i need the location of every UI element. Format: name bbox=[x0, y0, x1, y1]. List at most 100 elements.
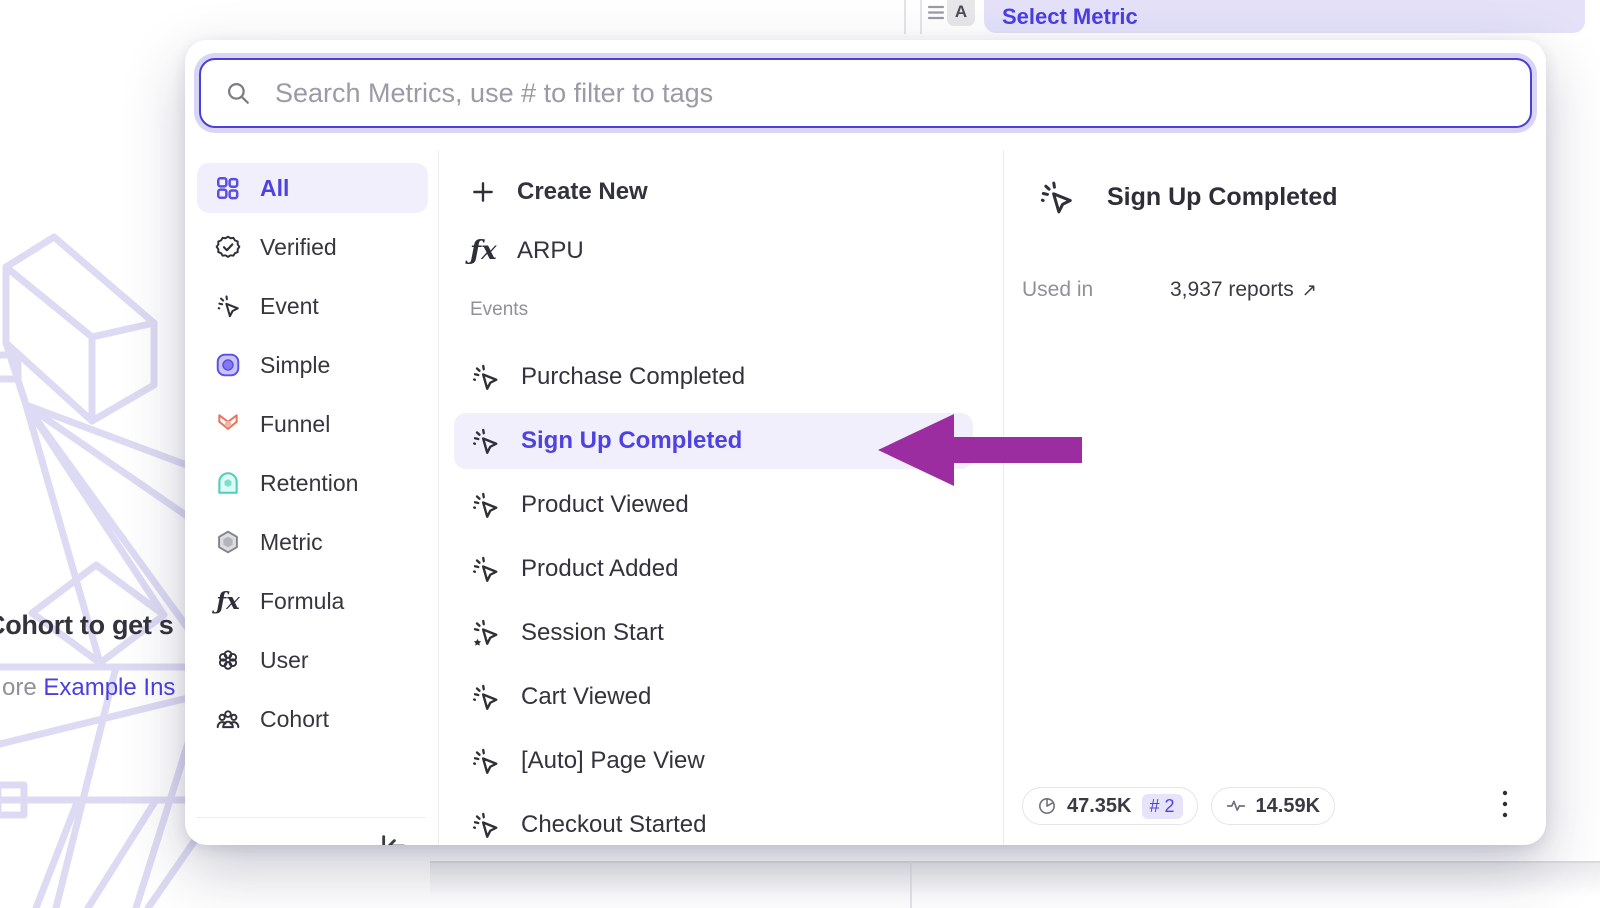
annotation-arrow bbox=[870, 405, 1090, 495]
funnel-icon bbox=[215, 411, 241, 437]
sidebar-item-label: Verified bbox=[260, 234, 337, 261]
bg-subtext-prefix: ore bbox=[2, 674, 43, 701]
verified-seal-icon bbox=[215, 234, 241, 260]
sidebar-item-label: Formula bbox=[260, 588, 344, 615]
list-item-purchase-completed[interactable]: Purchase Completed bbox=[454, 349, 973, 405]
sidebar-item-label: Event bbox=[260, 293, 319, 320]
sidebar-item-label: All bbox=[260, 175, 289, 202]
user-flower-icon bbox=[215, 647, 241, 673]
sidebar-item-funnel[interactable]: Funnel bbox=[197, 399, 428, 449]
event-cursor-icon bbox=[1037, 178, 1075, 216]
drag-handle-icon[interactable] bbox=[926, 3, 946, 23]
metric-search-bar bbox=[199, 58, 1532, 128]
sidebar-item-label: Cohort bbox=[260, 706, 329, 733]
event-cursor-icon bbox=[215, 293, 241, 319]
bg-column-divider bbox=[904, 0, 906, 34]
select-metric-label: Select Metric bbox=[1002, 4, 1138, 30]
sidebar-item-label: Retention bbox=[260, 470, 358, 497]
bg-shadow bbox=[430, 863, 1600, 897]
sidebar-item-cohort[interactable]: Cohort bbox=[197, 694, 428, 744]
search-input[interactable] bbox=[275, 78, 1506, 109]
collapse-sidebar-icon[interactable] bbox=[377, 830, 409, 845]
clause-letter-badge: A bbox=[947, 0, 975, 26]
event-cursor-icon bbox=[470, 426, 500, 456]
sidebar-item-all[interactable]: All bbox=[197, 163, 428, 213]
activity-count-value: 14.59K bbox=[1256, 795, 1321, 818]
bg-column-divider bbox=[920, 0, 922, 34]
used-in-label: Used in bbox=[1022, 278, 1170, 302]
create-new-button[interactable]: Create New bbox=[454, 166, 973, 218]
detail-header: Sign Up Completed bbox=[1037, 178, 1338, 216]
bg-column-divider bbox=[910, 862, 912, 908]
rank-badge: # 2 bbox=[1142, 794, 1183, 819]
formula-fx-icon: ƒx bbox=[215, 588, 241, 615]
retention-icon bbox=[215, 470, 241, 496]
simple-icon bbox=[215, 352, 241, 378]
list-item-label: Checkout Started bbox=[521, 811, 706, 839]
events-section-header: Events bbox=[470, 299, 1003, 321]
detail-title: Sign Up Completed bbox=[1107, 183, 1338, 212]
sidebar-item-metric[interactable]: Metric bbox=[197, 517, 428, 567]
sidebar-item-label: Simple bbox=[260, 352, 330, 379]
list-item-label: [Auto] Page View bbox=[521, 747, 705, 775]
event-cursor-icon bbox=[470, 554, 500, 584]
metric-detail-panel: Sign Up Completed Used in 3,937 reports … bbox=[1004, 150, 1546, 845]
event-cursor-icon bbox=[470, 682, 500, 712]
sidebar-item-formula[interactable]: ƒx Formula bbox=[197, 576, 428, 626]
cohort-people-icon bbox=[215, 706, 241, 732]
event-cursor-icon bbox=[470, 490, 500, 520]
event-cursor-icon bbox=[470, 362, 500, 392]
sidebar-item-event[interactable]: Event bbox=[197, 281, 428, 331]
example-insights-link[interactable]: Example Ins bbox=[43, 674, 175, 701]
list-item-label: Purchase Completed bbox=[521, 363, 745, 391]
list-item-auto-page-view[interactable]: [Auto] Page View bbox=[454, 733, 973, 789]
activity-count-chip[interactable]: 14.59K bbox=[1211, 787, 1336, 825]
total-count-chip[interactable]: 47.35K # 2 bbox=[1022, 787, 1198, 825]
reports-link[interactable]: 3,937 reports bbox=[1170, 278, 1294, 302]
external-link-icon: ↗ bbox=[1302, 280, 1317, 301]
event-cursor-icon bbox=[470, 746, 500, 776]
list-item-arpu[interactable]: ƒx ARPU bbox=[454, 225, 973, 277]
sidebar-item-label: Funnel bbox=[260, 411, 330, 438]
bg-onboarding-subtext: ore Example Ins bbox=[2, 674, 175, 702]
used-in-row: Used in 3,937 reports ↗ bbox=[1022, 278, 1317, 302]
plus-icon bbox=[470, 179, 496, 205]
metric-hexagon-icon bbox=[215, 529, 241, 555]
list-item-label: Session Start bbox=[521, 619, 664, 647]
list-item-product-added[interactable]: Product Added bbox=[454, 541, 973, 597]
list-item-cart-viewed[interactable]: Cart Viewed bbox=[454, 669, 973, 725]
dialog-body: All Verified Event Simple Funnel bbox=[185, 150, 1546, 845]
more-options-icon[interactable] bbox=[1494, 787, 1516, 821]
screen: A Select Metric Cohort to get s ore Exam… bbox=[0, 0, 1600, 908]
formula-fx-icon: ƒx bbox=[470, 236, 496, 266]
sidebar-item-retention[interactable]: Retention bbox=[197, 458, 428, 508]
sidebar-item-user[interactable]: User bbox=[197, 635, 428, 685]
metric-list: Create New ƒx ARPU Events Purchase Compl… bbox=[439, 150, 1003, 845]
list-item-session-start[interactable]: Session Start bbox=[454, 605, 973, 661]
select-metric-clause[interactable]: Select Metric bbox=[984, 0, 1585, 33]
event-cursor-icon bbox=[470, 810, 500, 840]
list-item-label: Cart Viewed bbox=[521, 683, 651, 711]
sidebar-divider bbox=[197, 817, 426, 818]
total-count-value: 47.35K bbox=[1067, 795, 1132, 818]
list-item-label: Product Added bbox=[521, 555, 678, 583]
bg-onboarding-text: Cohort to get s bbox=[0, 610, 173, 641]
sidebar-item-label: User bbox=[260, 647, 309, 674]
wireframe-illustration bbox=[0, 225, 200, 908]
grid-all-icon bbox=[215, 175, 241, 201]
category-sidebar: All Verified Event Simple Funnel bbox=[185, 150, 438, 845]
detail-stats: 47.35K # 2 14.59K bbox=[1022, 787, 1335, 825]
create-new-label: Create New bbox=[517, 178, 648, 206]
list-item-label: ARPU bbox=[517, 237, 584, 265]
pulse-icon bbox=[1226, 796, 1246, 816]
sidebar-item-verified[interactable]: Verified bbox=[197, 222, 428, 272]
sidebar-item-label: Metric bbox=[260, 529, 323, 556]
sidebar-item-simple[interactable]: Simple bbox=[197, 340, 428, 390]
search-icon bbox=[225, 80, 251, 106]
list-item-label: Product Viewed bbox=[521, 491, 689, 519]
list-item-checkout-started[interactable]: Checkout Started bbox=[454, 797, 973, 845]
metric-select-dialog: All Verified Event Simple Funnel bbox=[185, 40, 1546, 845]
list-item-label: Sign Up Completed bbox=[521, 427, 742, 455]
event-cursor-star-icon bbox=[470, 618, 500, 648]
pie-chart-icon bbox=[1037, 796, 1057, 816]
